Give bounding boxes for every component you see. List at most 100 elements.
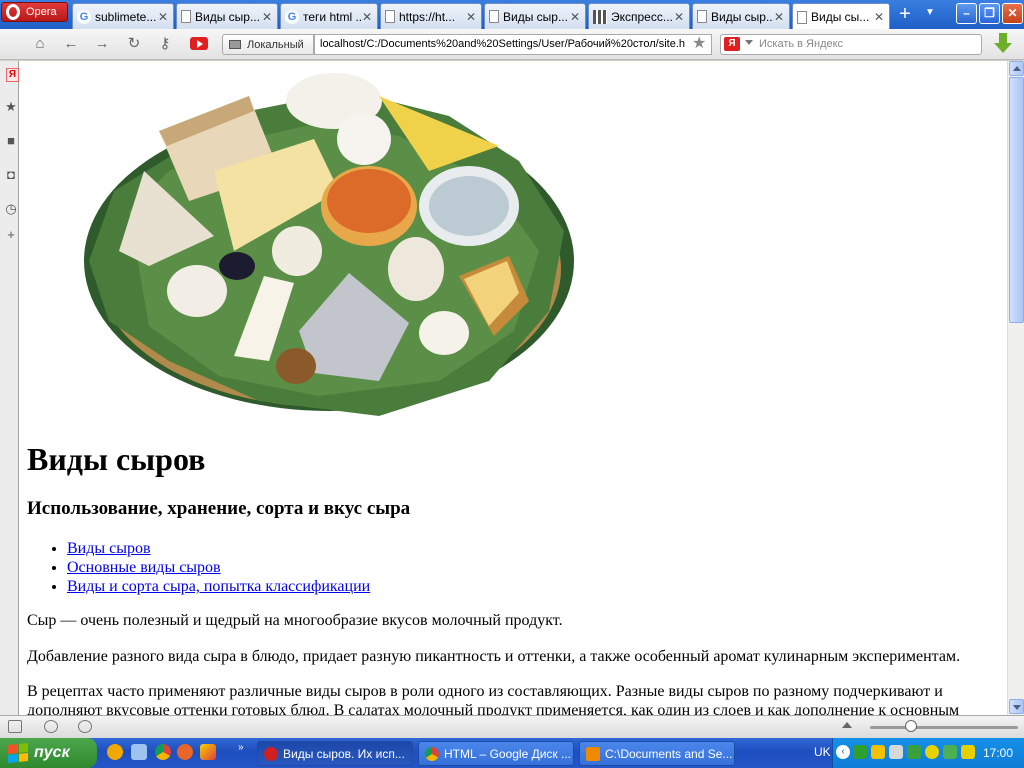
- link-cheese-types[interactable]: Виды сыров: [67, 540, 151, 557]
- start-label: пуск: [34, 744, 70, 761]
- opera-menu-label: Opera: [26, 6, 57, 18]
- key-icon[interactable]: ⚷: [155, 35, 175, 53]
- volume-icon[interactable]: [889, 745, 903, 759]
- start-button[interactable]: пуск: [0, 738, 97, 768]
- tray-app-icon[interactable]: [925, 745, 939, 759]
- tab-4[interactable]: https://ht... ✕: [380, 3, 482, 29]
- opera-icon: [264, 746, 278, 761]
- close-window-button[interactable]: ✕: [1002, 3, 1023, 24]
- new-tab-button[interactable]: +: [893, 4, 917, 25]
- address-input[interactable]: localhost/C:/Documents%20and%20Settings/…: [314, 34, 712, 55]
- link-main-cheese-types[interactable]: Основные виды сыров: [67, 559, 221, 576]
- tab-title: Виды сыр...: [503, 9, 568, 24]
- panel-toggle-icon[interactable]: [8, 720, 22, 733]
- taskbar-item-chrome[interactable]: HTML – Google Диск ...: [418, 741, 574, 766]
- turbo-icon[interactable]: [78, 720, 92, 733]
- site-info-badge[interactable]: Локальный: [222, 34, 314, 55]
- zoom-view-icon[interactable]: [842, 722, 852, 728]
- history-clock-icon[interactable]: ◷: [4, 202, 18, 216]
- tab-title: Виды сыр...: [711, 9, 773, 24]
- sidebar-panel: [0, 61, 19, 715]
- scroll-down-button[interactable]: [1009, 699, 1024, 714]
- page-subtitle: Использование, хранение, сорта и вкус сы…: [27, 498, 411, 519]
- download-icon[interactable]: [993, 33, 1013, 55]
- list-item: Основные виды сыров: [67, 558, 370, 577]
- document-icon: [489, 10, 499, 23]
- page-content: Виды сыров Использование, хранение, сорт…: [19, 61, 1007, 715]
- network-icon[interactable]: [907, 745, 921, 759]
- tab-1[interactable]: G sublimete... ✕: [72, 3, 174, 29]
- zoom-slider-handle[interactable]: [905, 720, 917, 732]
- reload-icon[interactable]: ↻: [124, 35, 144, 53]
- tab-title: https://ht...: [399, 9, 456, 24]
- scroll-thumb[interactable]: [1009, 77, 1024, 323]
- taskbar-item-opera[interactable]: Виды сыров. Их исп...: [257, 741, 413, 766]
- chrome-icon[interactable]: [155, 744, 171, 760]
- close-tab-icon[interactable]: ✕: [261, 10, 273, 24]
- opera-menu-button[interactable]: Opera: [1, 2, 68, 22]
- yandex-icon[interactable]: Я: [724, 37, 740, 51]
- google-icon: G: [285, 9, 299, 24]
- quicklaunch-app-icon[interactable]: [200, 744, 216, 760]
- search-input[interactable]: Искать в Яндекс: [720, 34, 982, 55]
- close-tab-icon[interactable]: ✕: [673, 10, 685, 24]
- vertical-scrollbar[interactable]: [1007, 61, 1024, 715]
- list-item: Виды сыров: [67, 539, 370, 558]
- close-tab-icon[interactable]: ✕: [569, 10, 581, 24]
- tab-6[interactable]: Экспресс... ✕: [588, 3, 690, 29]
- close-tab-icon[interactable]: ✕: [873, 10, 885, 24]
- links-list: Виды сыров Основные виды сыров Виды и со…: [67, 539, 370, 596]
- taskbar-item-sublime[interactable]: C:\Documents and Se...: [579, 741, 735, 766]
- site-info-label: Локальный: [247, 38, 304, 51]
- forward-icon[interactable]: →: [92, 35, 112, 53]
- page-title: Виды сыров: [27, 441, 206, 477]
- tab-5[interactable]: Виды сыр... ✕: [484, 3, 586, 29]
- tab-7[interactable]: Виды сыр... ✕: [692, 3, 790, 29]
- close-tab-icon[interactable]: ✕: [361, 10, 373, 24]
- youtube-icon[interactable]: [190, 37, 208, 50]
- scroll-up-button[interactable]: [1009, 61, 1024, 76]
- zoom-slider[interactable]: [870, 726, 1018, 729]
- quicklaunch-expand-icon[interactable]: »: [238, 742, 244, 753]
- chrome-icon: [425, 746, 439, 761]
- cloud-icon[interactable]: [44, 720, 58, 733]
- tab-title: Виды сы...: [811, 10, 870, 24]
- notes-icon[interactable]: ■: [4, 134, 18, 148]
- restore-button[interactable]: ❐: [979, 3, 1000, 24]
- minimize-button[interactable]: –: [956, 3, 977, 24]
- paragraph: Добавление разного вида сыра в блюдо, пр…: [27, 648, 961, 665]
- tray-app-icon[interactable]: [853, 745, 867, 759]
- show-desktop-icon[interactable]: [131, 744, 147, 760]
- bookmark-star-icon[interactable]: ★: [692, 33, 706, 53]
- add-panel-icon[interactable]: +: [4, 228, 18, 242]
- close-tab-icon[interactable]: ✕: [157, 10, 169, 24]
- monitor-icon: [229, 40, 241, 49]
- tray-app-icon[interactable]: [871, 745, 885, 759]
- tab-2[interactable]: Виды сыр... ✕: [176, 3, 278, 29]
- back-icon[interactable]: ←: [61, 35, 81, 53]
- tab-title: Виды сыр...: [195, 9, 260, 24]
- link-cheese-classification[interactable]: Виды и сорта сыра, попытка классификации: [67, 578, 370, 595]
- taskbar-item-label: C:\Documents and Se...: [605, 746, 733, 761]
- opera-logo-icon: [6, 4, 20, 20]
- search-engine-chevron-icon[interactable]: [745, 40, 753, 45]
- downloads-icon[interactable]: ◘: [4, 168, 18, 182]
- quicklaunch-app-icon[interactable]: [107, 744, 123, 760]
- language-indicator[interactable]: UK: [814, 745, 831, 759]
- tab-3[interactable]: G теги html ... ✕: [280, 3, 378, 29]
- windows-logo-icon: [8, 742, 28, 764]
- firefox-icon[interactable]: [177, 744, 193, 760]
- close-tab-icon[interactable]: ✕: [773, 10, 785, 24]
- home-icon[interactable]: ⌂: [30, 35, 50, 53]
- document-icon: [697, 10, 707, 23]
- yandex-sidebar-icon[interactable]: Я: [6, 68, 19, 82]
- close-tab-icon[interactable]: ✕: [465, 10, 477, 24]
- tab-8-active[interactable]: Виды сы... ✕: [792, 3, 890, 30]
- tab-menu-chevron-icon[interactable]: ▼: [925, 7, 935, 18]
- tab-title: sublimete...: [95, 9, 157, 24]
- tray-collapse-icon[interactable]: ‹: [836, 745, 850, 759]
- paragraph: Сыр — очень полезный и щедрый на многооб…: [27, 612, 563, 629]
- bookmarks-star-icon[interactable]: ★: [4, 100, 18, 114]
- tray-download-icon[interactable]: [943, 745, 957, 759]
- tray-app-icon[interactable]: [961, 745, 975, 759]
